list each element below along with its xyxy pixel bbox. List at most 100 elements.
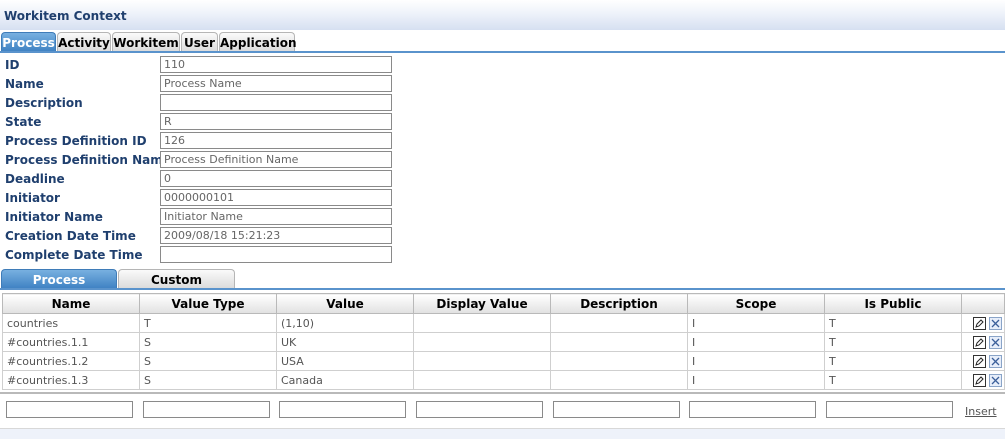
tab-custom-attributes[interactable]: Custom Attributes <box>118 269 235 307</box>
cell-display-value <box>413 370 551 390</box>
table-row: #countries.1.1 S UK I T <box>2 332 1005 352</box>
field-complete-date-time: Complete Date Time <box>0 246 400 265</box>
field-description: Description <box>0 94 400 113</box>
column-header-value-type[interactable]: Value Type <box>139 293 277 314</box>
field-initiator-name: Initiator Name <box>0 208 400 227</box>
cell-is-public: T <box>824 370 962 390</box>
cell-name: #countries.1.3 <box>2 370 140 390</box>
tab-activity[interactable]: Activity <box>57 32 111 52</box>
field-label: Deadline <box>5 172 65 186</box>
table-header-row: Name Value Type Value Display Value Desc… <box>2 293 1005 314</box>
cell-scope: I <box>687 351 825 371</box>
field-label: Complete Date Time <box>5 248 143 262</box>
cell-value-type: S <box>139 351 277 371</box>
initiator-input[interactable] <box>160 189 392 206</box>
field-label: Name <box>5 77 44 91</box>
field-id: ID <box>0 56 400 75</box>
new-name-input[interactable] <box>6 401 133 418</box>
insert-link[interactable]: Insert <box>965 405 997 418</box>
title-bar: Workitem Context <box>0 0 1005 30</box>
cell-actions <box>961 370 1005 390</box>
x-icon[interactable] <box>989 373 1002 387</box>
cell-name: #countries.1.2 <box>2 351 140 371</box>
new-value-input[interactable] <box>279 401 406 418</box>
field-label: Description <box>5 96 83 110</box>
cell-scope: I <box>687 332 825 352</box>
new-description-input[interactable] <box>553 401 680 418</box>
tab-process[interactable]: Process <box>1 32 56 52</box>
field-label: ID <box>5 58 20 72</box>
table-row: countries T (1,10) I T <box>2 313 1005 333</box>
initiator-name-input[interactable] <box>160 208 392 225</box>
field-state: State <box>0 113 400 132</box>
pencil-icon[interactable] <box>973 316 986 330</box>
cell-display-value <box>413 351 551 371</box>
cell-name: countries <box>2 313 140 333</box>
column-header-name[interactable]: Name <box>2 293 140 314</box>
description-input[interactable] <box>160 94 392 111</box>
cell-name: #countries.1.1 <box>2 332 140 352</box>
state-input[interactable] <box>160 113 392 130</box>
column-header-is-public[interactable]: Is Public <box>824 293 962 314</box>
cell-is-public: T <box>824 313 962 333</box>
field-label: State <box>5 115 42 129</box>
field-label: Process Definition Name <box>5 153 171 167</box>
process-definition-name-input[interactable] <box>160 151 392 168</box>
cell-description <box>550 351 688 371</box>
x-icon[interactable] <box>989 354 1002 368</box>
new-scope-input[interactable] <box>689 401 816 418</box>
new-display-value-input[interactable] <box>416 401 543 418</box>
column-header-scope[interactable]: Scope <box>687 293 825 314</box>
field-name: Name <box>0 75 400 94</box>
tab-application[interactable]: Application <box>219 32 297 52</box>
tab-user[interactable]: User <box>181 32 218 52</box>
x-icon[interactable] <box>989 335 1002 349</box>
field-label: Creation Date Time <box>5 229 136 243</box>
cell-value: UK <box>276 332 414 352</box>
cell-description <box>550 313 688 333</box>
cell-value: USA <box>276 351 414 371</box>
field-initiator: Initiator <box>0 189 400 208</box>
sub-tab-divider <box>0 288 1005 290</box>
column-header-display-value[interactable]: Display Value <box>413 293 551 314</box>
cell-is-public: T <box>824 332 962 352</box>
cell-value-type: T <box>139 313 277 333</box>
column-header-value[interactable]: Value <box>276 293 414 314</box>
cell-description <box>550 332 688 352</box>
window-title: Workitem Context <box>4 9 127 23</box>
field-label: Initiator <box>5 191 60 205</box>
new-is-public-input[interactable] <box>826 401 953 418</box>
deadline-input[interactable] <box>160 170 392 187</box>
cell-value: (1,10) <box>276 313 414 333</box>
process-definition-id-input[interactable] <box>160 132 392 149</box>
complete-date-time-input[interactable] <box>160 246 392 263</box>
cell-value: Canada <box>276 370 414 390</box>
tab-workitem[interactable]: Workitem <box>112 32 180 52</box>
insert-row: Insert <box>0 392 1005 428</box>
sub-tabs: Process Variables Custom Attributes <box>0 269 300 307</box>
field-creation-date-time: Creation Date Time <box>0 227 400 246</box>
field-deadline: Deadline <box>0 170 400 189</box>
new-value-type-input[interactable] <box>143 401 270 418</box>
cell-actions <box>961 351 1005 371</box>
main-tabs: Process Activity Workitem User Applicati… <box>0 32 400 53</box>
cell-value-type: S <box>139 332 277 352</box>
tab-process-variables[interactable]: Process Variables <box>1 269 117 307</box>
id-input[interactable] <box>160 56 392 73</box>
field-label: Initiator Name <box>5 210 103 224</box>
table-row: #countries.1.2 S USA I T <box>2 351 1005 371</box>
column-header-actions <box>961 293 1005 314</box>
pencil-icon[interactable] <box>973 335 986 349</box>
pencil-icon[interactable] <box>973 373 986 387</box>
column-header-description[interactable]: Description <box>550 293 688 314</box>
field-process-definition-name: Process Definition Name <box>0 151 400 170</box>
pencil-icon[interactable] <box>973 354 986 368</box>
name-input[interactable] <box>160 75 392 92</box>
cell-actions <box>961 332 1005 352</box>
x-icon[interactable] <box>989 316 1002 330</box>
cell-value-type: S <box>139 370 277 390</box>
creation-date-time-input[interactable] <box>160 227 392 244</box>
cell-description <box>550 370 688 390</box>
cell-display-value <box>413 332 551 352</box>
bottom-strip <box>0 428 1005 439</box>
